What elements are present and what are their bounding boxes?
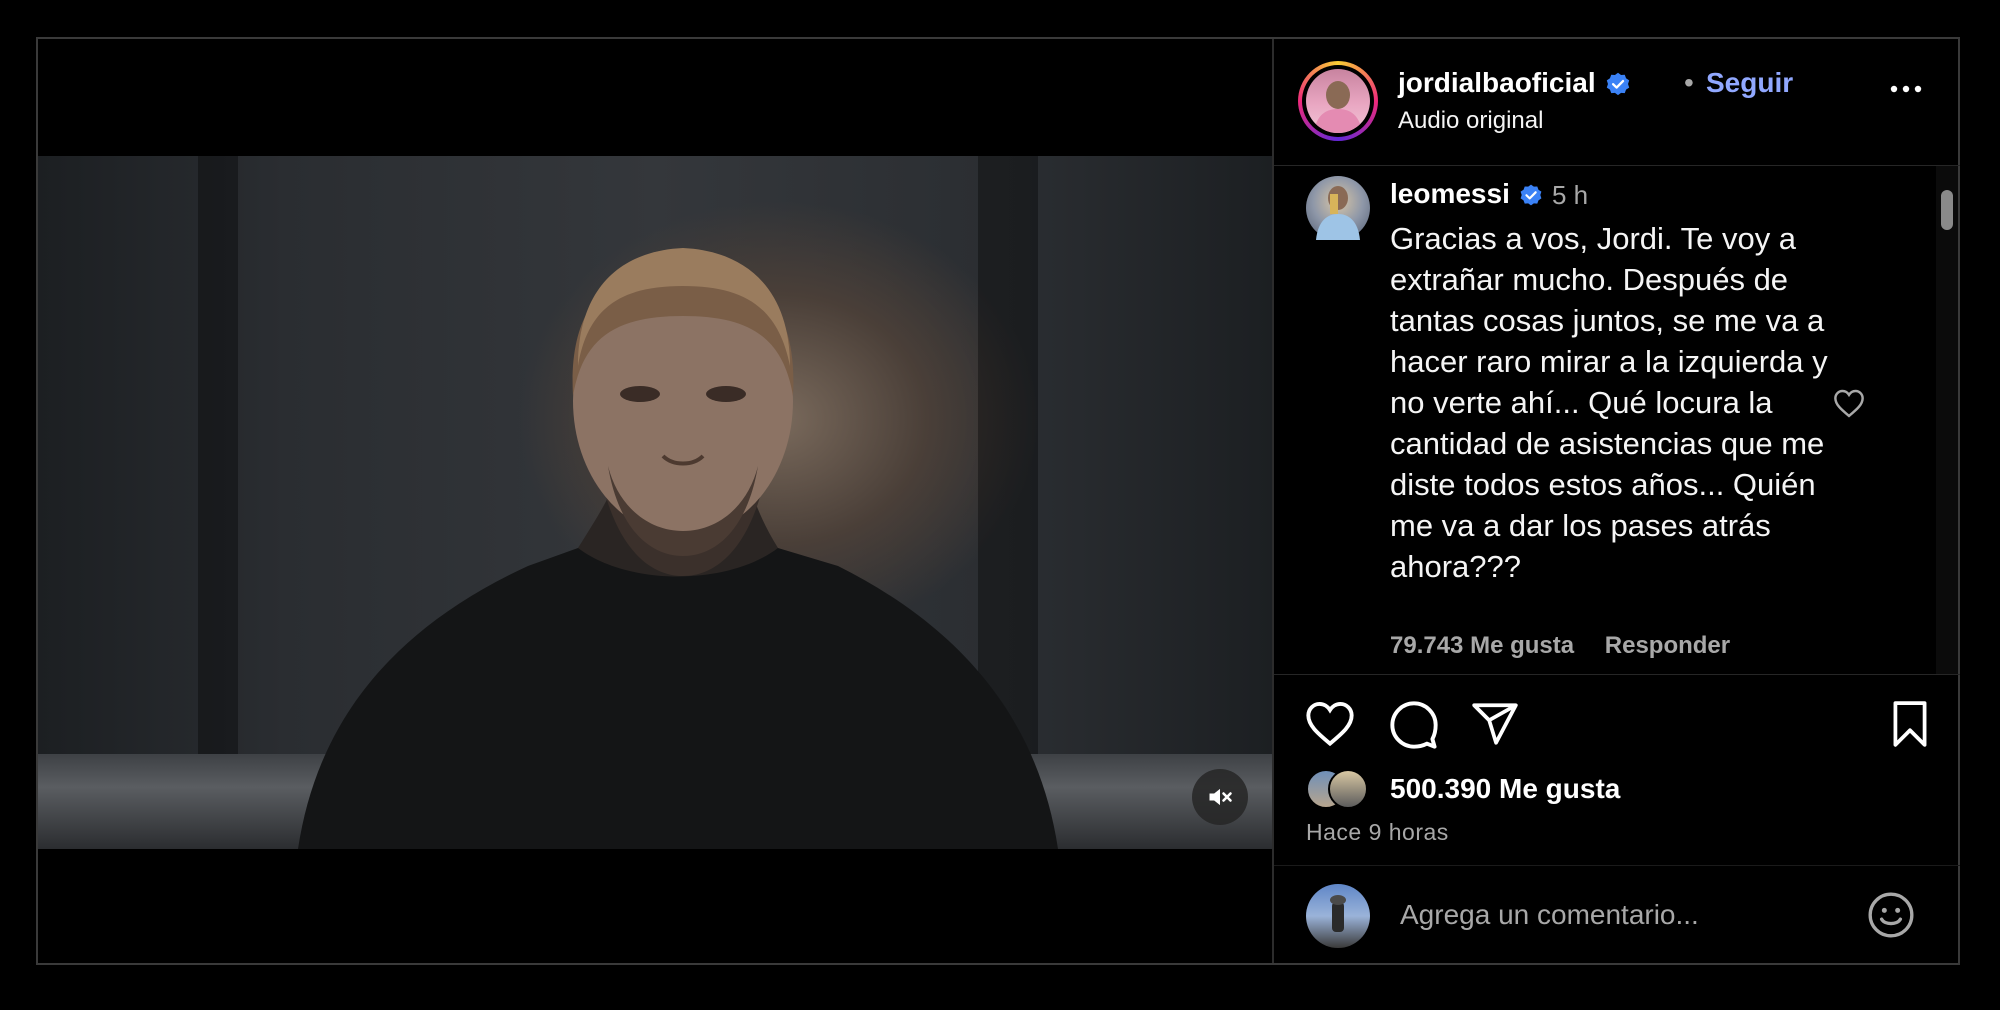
post-sidebar: jordialbaoficial • Seguir Audio original: [1272, 39, 1960, 963]
heart-icon[interactable]: [1304, 699, 1356, 747]
comment-icon[interactable]: [1388, 699, 1440, 751]
action-bar: [1274, 699, 1960, 759]
comment-time: 5 h: [1552, 180, 1589, 210]
follow-button[interactable]: Seguir: [1706, 67, 1793, 99]
audio-label[interactable]: Audio original: [1398, 107, 1543, 135]
verified-badge-icon: [1520, 184, 1542, 206]
person-silhouette: [298, 248, 1058, 849]
mute-button[interactable]: [1192, 769, 1248, 825]
reply-button[interactable]: Responder: [1605, 632, 1730, 659]
comments-scrollbar[interactable]: [1936, 166, 1958, 674]
add-comment-row: [1274, 865, 1960, 964]
verified-badge-icon: [1606, 72, 1629, 95]
post-header: jordialbaoficial • Seguir Audio original: [1274, 39, 1960, 166]
liker-avatar[interactable]: [1328, 769, 1368, 809]
bookmark-icon[interactable]: [1888, 699, 1932, 749]
comment-input[interactable]: [1398, 894, 1842, 936]
comment-meta: 79.743 Me gusta Responder: [1390, 632, 1754, 660]
more-options-icon[interactable]: [1888, 83, 1924, 95]
commenter-avatar[interactable]: [1306, 176, 1370, 240]
muted-speaker-icon: [1209, 788, 1232, 806]
scrollbar-thumb[interactable]: [1941, 190, 1953, 230]
comments-list[interactable]: leomessi 5 h Gracias a vos, Jordi. Te vo…: [1274, 166, 1960, 675]
reel-video[interactable]: [38, 156, 1272, 849]
video-area: [38, 39, 1272, 963]
author-avatar[interactable]: [1298, 61, 1378, 141]
background-pillar: [198, 156, 238, 849]
post-modal: jordialbaoficial • Seguir Audio original: [36, 37, 1960, 965]
author-avatar-image: [1306, 69, 1370, 133]
author-username[interactable]: jordialbaoficial: [1398, 67, 1632, 99]
commenter-username[interactable]: leomessi: [1390, 178, 1544, 210]
comment-text: Gracias a vos, Jordi. Te voy a extrañar …: [1390, 221, 1828, 584]
emoji-icon[interactable]: [1866, 890, 1916, 940]
separator-dot: •: [1684, 67, 1694, 98]
post-time[interactable]: Hace 9 horas: [1306, 819, 1449, 846]
share-icon[interactable]: [1470, 699, 1520, 749]
current-user-avatar: [1306, 884, 1370, 948]
comment-likes[interactable]: 79.743 Me gusta: [1390, 632, 1574, 659]
heart-icon[interactable]: [1832, 388, 1866, 418]
post-likes[interactable]: 500.390 Me gusta: [1390, 773, 1620, 805]
